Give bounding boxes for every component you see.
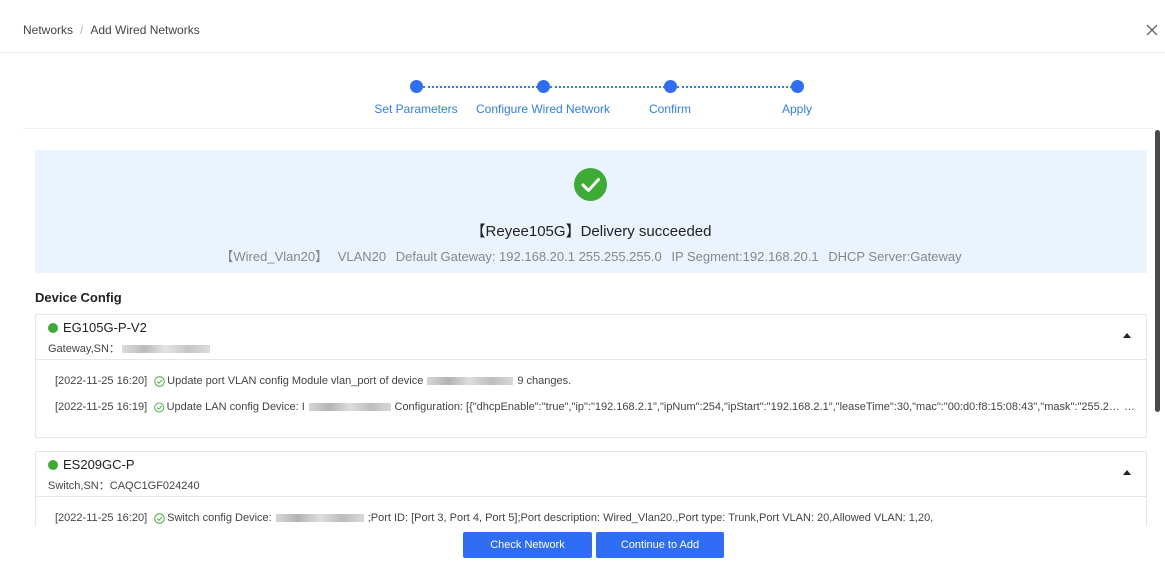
device-sn: CAQC1GF024240 [109, 480, 200, 492]
step-dot-set-parameters [410, 80, 423, 93]
add-wired-networks-dialog: Networks / Add Wired Networks Set Parame… [0, 0, 1165, 561]
device-type-sn: Gateway,SN： [48, 340, 210, 356]
success-banner: 【Reyee105G】Delivery succeeded 【Wired_Vla… [35, 150, 1147, 273]
check-circle-outline-icon [154, 512, 165, 524]
log-line: [2022-11-25 16:20] Switch config Device:… [55, 505, 1146, 526]
close-icon[interactable] [1144, 22, 1160, 38]
check-circle-outline-icon [154, 402, 165, 412]
breadcrumb-current: Add Wired Networks [90, 23, 200, 37]
device-type-label: Gateway,SN： [48, 343, 120, 355]
device-log: [2022-11-25 16:20] Update port VLAN conf… [36, 360, 1146, 420]
log-text-tail: 9 changes. [517, 375, 572, 387]
step-connector [677, 86, 792, 88]
log-text: Switch config Device: [167, 512, 272, 524]
continue-to-add-button[interactable]: Continue to Add [596, 532, 724, 558]
breadcrumb-separator: / [80, 23, 84, 37]
log-line: [2022-11-25 16:19] Update LAN config Dev… [55, 394, 1135, 420]
result-content: 【Reyee105G】Delivery succeeded 【Wired_Vla… [23, 130, 1160, 526]
redacted-device [427, 377, 514, 385]
log-text: Update port VLAN config Module vlan_port… [167, 375, 424, 387]
log-timestamp: [2022-11-25 16:20] [55, 512, 148, 524]
ellipsis: … [1124, 401, 1135, 413]
online-status-dot [48, 459, 58, 470]
progress-steps: Set Parameters Configure Wired Network C… [360, 78, 840, 118]
delivery-status-title: 【Reyee105G】Delivery succeeded [470, 223, 712, 240]
network-ip-segment: IP Segment:192.168.20.1 [671, 249, 819, 264]
step-dot-configure [537, 80, 550, 93]
network-gateway: Default Gateway: 192.168.20.1 255.255.25… [395, 249, 662, 264]
device-name-text: EG105G-P-V2 [63, 320, 147, 335]
step-set-parameters[interactable]: Set Parameters [374, 102, 457, 116]
online-status-dot [48, 322, 58, 333]
log-timestamp: [2022-11-25 16:19] [55, 401, 148, 413]
device-name-text: ES209GC-P [63, 457, 135, 472]
device-name: EG105G-P-V2 [48, 320, 147, 335]
step-dot-apply [791, 80, 804, 93]
step-confirm[interactable]: Confirm [649, 102, 691, 116]
caret-up-icon[interactable] [1123, 470, 1131, 475]
device-log: [2022-11-25 16:20] Switch config Device:… [36, 497, 1146, 526]
caret-up-icon[interactable] [1123, 333, 1131, 338]
check-circle-icon [574, 168, 607, 201]
device-config-title: Device Config [35, 290, 122, 305]
check-network-button[interactable]: Check Network [463, 532, 592, 558]
step-connector [550, 86, 665, 88]
log-text: Update LAN config Device: I [166, 401, 305, 413]
redacted-sn [121, 345, 210, 354]
network-vlan: VLAN20 [337, 249, 387, 264]
step-apply[interactable]: Apply [782, 102, 812, 116]
device-name: ES209GC-P [48, 457, 135, 472]
dialog-header: Networks / Add Wired Networks [0, 0, 1165, 53]
log-line: [2022-11-25 16:20] Update port VLAN conf… [55, 368, 1146, 394]
device-card-header[interactable]: EG105G-P-V2 Gateway,SN： [36, 315, 1146, 360]
log-text-tail: ;Port ID: [Port 3, Port 4, Port 5];Port … [367, 512, 934, 524]
step-dot-confirm [664, 80, 677, 93]
log-timestamp: [2022-11-25 16:20] [55, 375, 148, 387]
device-card: EG105G-P-V2 Gateway,SN： [2022-11-25 16:2… [35, 314, 1147, 438]
step-configure-wired-network[interactable]: Configure Wired Network [476, 102, 610, 116]
check-circle-outline-icon [154, 375, 165, 387]
network-name: 【Wired_Vlan20】 [220, 249, 329, 264]
device-type-sn: Switch,SN：CAQC1GF024240 [48, 477, 200, 493]
step-connector [423, 86, 538, 88]
breadcrumb: Networks / Add Wired Networks [23, 23, 200, 37]
network-summary: 【Wired_Vlan20】 VLAN20 Default Gateway: 1… [35, 246, 1147, 265]
device-card: ES209GC-P Switch,SN：CAQC1GF024240 [2022-… [35, 451, 1147, 526]
network-dhcp-server: DHCP Server:Gateway [828, 249, 962, 264]
device-type-label: Switch,SN： [48, 480, 110, 492]
scrollbar-thumb[interactable] [1155, 130, 1160, 412]
redacted-device [308, 403, 391, 411]
breadcrumb-networks[interactable]: Networks [23, 23, 73, 37]
device-card-header[interactable]: ES209GC-P Switch,SN：CAQC1GF024240 [36, 452, 1146, 497]
divider [23, 128, 1153, 129]
redacted-device [275, 514, 364, 522]
log-text-tail: Configuration: [{"dhcpEnable":"true","ip… [394, 401, 1125, 413]
